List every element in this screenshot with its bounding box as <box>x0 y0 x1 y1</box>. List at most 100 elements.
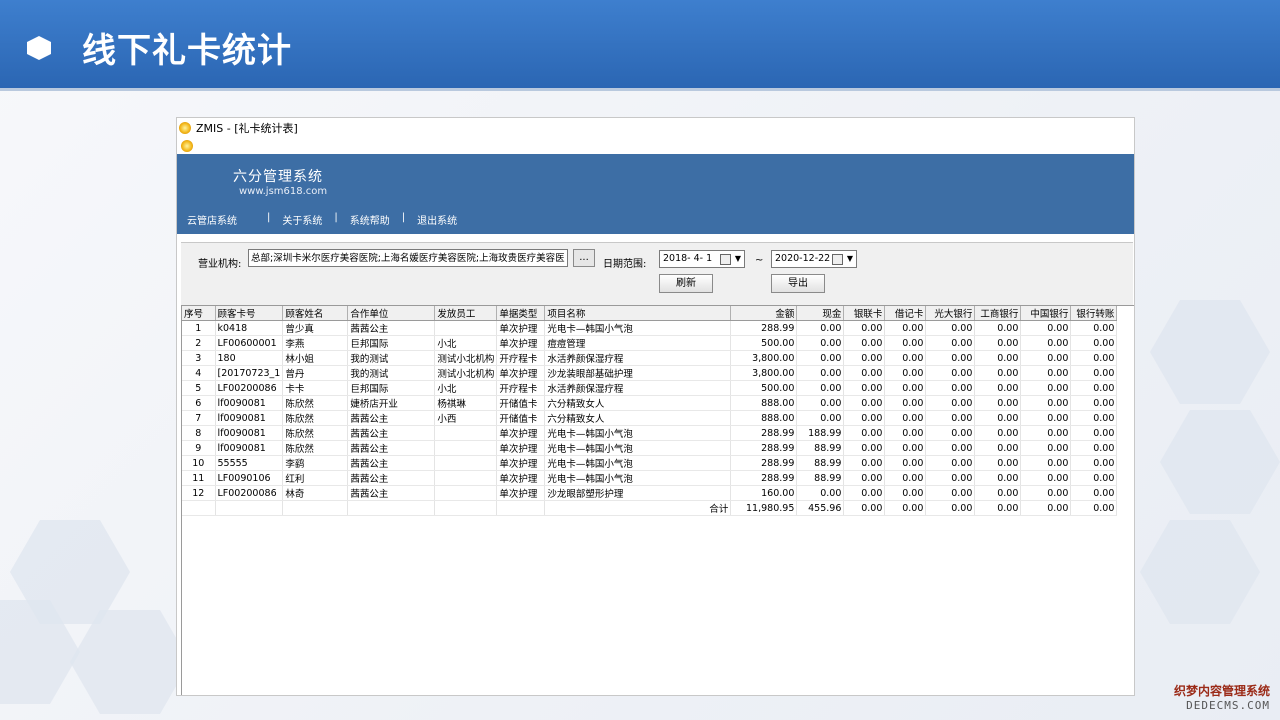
column-header[interactable]: 项目名称 <box>544 306 732 321</box>
table-cell: 0.00 <box>1020 470 1072 486</box>
watermark-url: DEDECMS.COM <box>1186 699 1270 712</box>
table-cell: 0.00 <box>1070 425 1118 441</box>
table-cell: 李鹞 <box>282 455 349 471</box>
total-cell: 0.00 <box>974 500 1022 516</box>
table-cell: LF00200086 <box>215 380 284 396</box>
table-cell: 光电卡—韩国小气泡 <box>544 425 732 441</box>
table-row[interactable]: 9 lf0090081 陈欣然 茜茜公主 单次护理 光电卡—韩国小气泡 288.99 88.9… <box>182 440 1118 456</box>
table-row[interactable]: 12 LF00200086 林奇 茜茜公主 单次护理 沙龙眼部塑形护理 160.00 0.00… <box>182 485 1118 501</box>
banner-title: 六分管理系统 <box>233 169 323 185</box>
table-cell: 0.00 <box>925 425 976 441</box>
table-cell: 0.00 <box>925 380 976 396</box>
table-row[interactable]: 11 LF0090106 红利 茜茜公主 单次护理 光电卡—韩国小气泡 288.99 88.9… <box>182 470 1118 486</box>
table-cell: 0.00 <box>1070 335 1118 351</box>
column-header[interactable]: 序号 <box>182 306 216 321</box>
table-cell: 2 <box>182 335 216 351</box>
table-cell: 0.00 <box>974 425 1022 441</box>
child-window-icon[interactable] <box>181 140 193 152</box>
table-cell: 0.00 <box>925 470 976 486</box>
date-from-value: 2018- 4- 1 <box>663 253 713 264</box>
table-cell: 88.99 <box>796 440 845 456</box>
table-cell: 0.00 <box>884 335 927 351</box>
bg-hexagon <box>1140 520 1260 624</box>
table-row[interactable]: 4 [20170723_1 曾丹 我的测试 测试小北机构 单次护理 沙龙装眼部基础护理 3,8… <box>182 365 1118 381</box>
table-cell: 李燕 <box>282 335 349 351</box>
table-cell: 茜茜公主 <box>347 410 436 426</box>
table-cell: 8 <box>182 425 216 441</box>
table-cell: 巨邦国际 <box>347 335 436 351</box>
date-from-picker[interactable]: 2018- 4- 1 ▼ <box>659 250 745 268</box>
column-header[interactable]: 银行转账 <box>1070 306 1118 321</box>
table-cell: 0.00 <box>925 350 976 366</box>
column-header[interactable]: 顾客姓名 <box>282 306 349 321</box>
window-title: ZMIS - [礼卡统计表] <box>196 122 298 135</box>
table-cell: 0.00 <box>1020 455 1072 471</box>
table-row[interactable]: 2 LF00600001 李燕 巨邦国际 小北 单次护理 痘痘管理 500.00 0.00 0.0… <box>182 335 1118 351</box>
table-cell: lf0090081 <box>215 440 284 456</box>
main-menu: 云管店系统 | 关于系统 | 系统帮助 | 退出系统 <box>187 212 457 227</box>
column-header[interactable]: 银联卡 <box>843 306 886 321</box>
data-grid[interactable]: 序号 顾客卡号 顾客姓名 合作单位 发放员工 单据类型 项目名称 金额 现金 银联卡 借记卡 光大银行… <box>181 305 1134 695</box>
table-cell: 六分精致女人 <box>544 395 732 411</box>
table-cell: 7 <box>182 410 216 426</box>
total-cell: 0.00 <box>1070 500 1118 516</box>
menu-item-about[interactable]: 关于系统 <box>282 212 322 227</box>
column-header[interactable]: 现金 <box>796 306 845 321</box>
table-cell: 单次护理 <box>496 485 546 501</box>
table-cell: 0.00 <box>1020 365 1072 381</box>
table-cell: 0.00 <box>796 335 845 351</box>
menu-item-exit[interactable]: 退出系统 <box>417 212 457 227</box>
column-header[interactable]: 发放员工 <box>434 306 498 321</box>
window-titlebar: ZMIS - [礼卡统计表] <box>177 118 1134 138</box>
table-row[interactable]: 5 LF00200086 卡卡 巨邦国际 小北 开疗程卡 水活养颜保湿疗程 500.00 0.0… <box>182 380 1118 396</box>
column-header[interactable]: 工商银行 <box>974 306 1022 321</box>
refresh-button[interactable]: 刷新 <box>659 274 713 293</box>
column-header[interactable]: 单据类型 <box>496 306 546 321</box>
table-row[interactable]: 8 lf0090081 陈欣然 茜茜公主 单次护理 光电卡—韩国小气泡 288.99 188.… <box>182 425 1118 441</box>
table-cell: 3,800.00 <box>730 350 798 366</box>
table-cell: 光电卡—韩国小气泡 <box>544 470 732 486</box>
table-cell: 我的测试 <box>347 365 436 381</box>
org-picker-button[interactable]: ... <box>573 249 595 267</box>
table-cell: 茜茜公主 <box>347 470 436 486</box>
table-row[interactable]: 10 55555 李鹞 茜茜公主 单次护理 光电卡—韩国小气泡 288.99 88.99 0.0… <box>182 455 1118 471</box>
column-header[interactable]: 合作单位 <box>347 306 436 321</box>
table-cell: 0.00 <box>796 485 845 501</box>
date-to-picker[interactable]: 2020-12-22 ▼ <box>771 250 857 268</box>
column-header[interactable]: 中国银行 <box>1020 306 1072 321</box>
table-row[interactable]: 7 lf0090081 陈欣然 茜茜公主 小西 开储值卡 六分精致女人 888.00 0.00 0… <box>182 410 1118 426</box>
table-row[interactable]: 1 k0418 曾少真 茜茜公主 单次护理 光电卡—韩国小气泡 288.99 0.00 0.00… <box>182 320 1118 336</box>
table-cell: 0.00 <box>974 335 1022 351</box>
table-cell <box>434 440 498 456</box>
app-window: ZMIS - [礼卡统计表] 六分管理系统 www.jsm618.com 云管店… <box>176 117 1135 696</box>
column-header[interactable]: 金额 <box>730 306 798 321</box>
table-cell: 小西 <box>434 410 498 426</box>
menu-item-cloud-store[interactable]: 云管店系统 <box>187 212 237 227</box>
table-row[interactable]: 3 180 林小姐 我的测试 测试小北机构 开疗程卡 水活养颜保湿疗程 3,800.00 0.0… <box>182 350 1118 366</box>
table-cell: 0.00 <box>796 410 845 426</box>
table-cell <box>434 320 498 336</box>
table-cell: 茜茜公主 <box>347 455 436 471</box>
table-cell: 单次护理 <box>496 455 546 471</box>
org-input[interactable]: 总部;深圳卡米尔医疗美容医院;上海名媛医疗美容医院;上海玫贵医疗美容医 <box>248 249 568 267</box>
column-header[interactable]: 借记卡 <box>884 306 927 321</box>
table-cell: 0.00 <box>884 320 927 336</box>
menu-item-help[interactable]: 系统帮助 <box>350 212 390 227</box>
table-cell: 光电卡—韩国小气泡 <box>544 320 732 336</box>
table-cell <box>434 470 498 486</box>
table-cell: 0.00 <box>974 320 1022 336</box>
table-cell: 0.00 <box>843 440 886 456</box>
table-cell: 曾丹 <box>282 365 349 381</box>
column-header[interactable]: 光大银行 <box>925 306 976 321</box>
table-cell: 陈欣然 <box>282 440 349 456</box>
table-cell: LF0090106 <box>215 470 284 486</box>
table-cell: 0.00 <box>843 395 886 411</box>
table-cell: 0.00 <box>1070 470 1118 486</box>
table-row[interactable]: 6 lf0090081 陈欣然 婕桥店开业 杨祺琳 开储值卡 六分精致女人 888.00 0.0… <box>182 395 1118 411</box>
table-cell: 0.00 <box>884 350 927 366</box>
export-button[interactable]: 导出 <box>771 274 825 293</box>
table-cell: 0.00 <box>925 365 976 381</box>
table-cell: [20170723_1 <box>215 365 284 381</box>
table-cell: 288.99 <box>730 425 798 441</box>
column-header[interactable]: 顾客卡号 <box>215 306 284 321</box>
